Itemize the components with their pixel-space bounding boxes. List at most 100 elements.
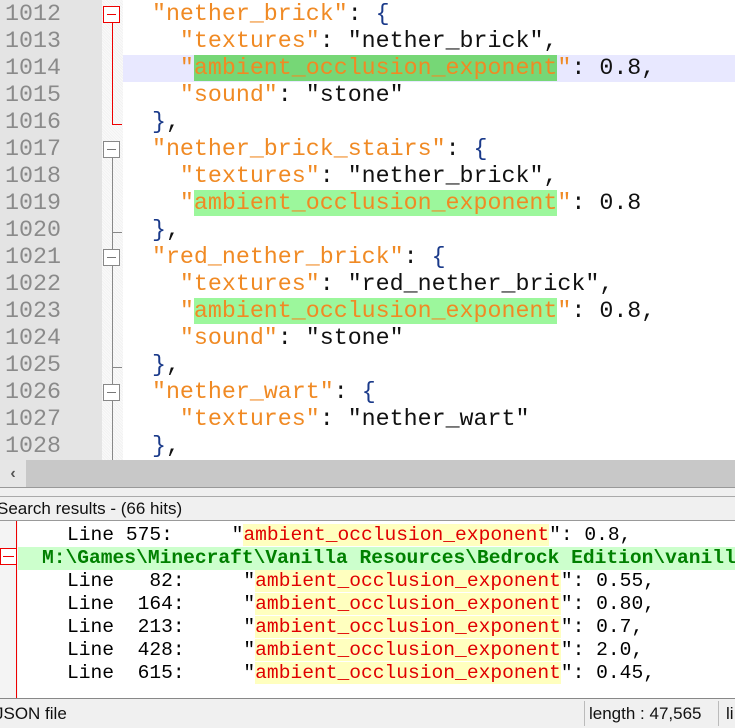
code-token: :	[403, 244, 432, 270]
result-match: ambient_occlusion_exponent	[255, 616, 561, 638]
fold-collapse-icon[interactable]	[0, 548, 17, 565]
result-text: Line 164: "ambient_occlusion_exponent": …	[20, 593, 655, 616]
code-token: ,	[543, 28, 558, 54]
code-token: : 0.8	[571, 190, 642, 216]
result-hit-row[interactable]: Line 213: "ambient_occlusion_exponent": …	[0, 616, 735, 639]
result-text: Line 213: "ambient_occlusion_exponent": …	[20, 616, 643, 639]
code-line[interactable]: 1027 "textures": "nether_wart"	[0, 406, 735, 433]
result-suffix: ": 0.7,	[560, 616, 644, 638]
code-token: :	[319, 28, 348, 54]
code-line[interactable]: 1022 "textures": "red_nether_brick",	[0, 271, 735, 298]
line-number: 1017	[5, 136, 61, 162]
code-token: :	[319, 271, 348, 297]
line-number: 1018	[5, 163, 61, 189]
result-hit-row[interactable]: Line 575: "ambient_occlusion_exponent": …	[0, 524, 735, 547]
result-prefix: Line 213: "	[20, 616, 256, 638]
code-token: "textures"	[179, 163, 320, 189]
code-token: "stone"	[305, 82, 404, 108]
code-token: :	[319, 163, 348, 189]
code-token: "nether_brick"	[347, 28, 544, 54]
line-number: 1016	[5, 109, 61, 135]
code-text: "textures": "nether_brick",	[124, 163, 558, 190]
line-number: 1028	[5, 433, 61, 459]
file-type: JSON file	[0, 704, 67, 723]
search-match-highlight: ambient_occlusion_exponent	[193, 190, 558, 216]
code-text: },	[124, 433, 180, 460]
fold-collapse-icon[interactable]	[103, 384, 120, 401]
fold-end	[112, 124, 122, 125]
result-match: ambient_occlusion_exponent	[243, 524, 550, 546]
code-line[interactable]: 1013 "textures": "nether_brick",	[0, 28, 735, 55]
code-token: "red_nether_brick"	[347, 271, 600, 297]
code-token: {	[431, 244, 446, 270]
code-editor[interactable]: 1012 "nether_brick": {1013 "textures": "…	[0, 0, 735, 460]
line-number: 1014	[5, 55, 61, 81]
result-text: Line 82: "ambient_occlusion_exponent": 0…	[20, 570, 655, 593]
result-hit-row[interactable]: Line 82: "ambient_occlusion_exponent": 0…	[0, 570, 735, 593]
fold-collapse-icon[interactable]	[103, 249, 120, 266]
code-line[interactable]: 1024 "sound": "stone"	[0, 325, 735, 352]
result-suffix: ": 0.80,	[560, 593, 655, 615]
result-hit-row[interactable]: Line 164: "ambient_occlusion_exponent": …	[0, 593, 735, 616]
code-text: "ambient_occlusion_exponent": 0.8,	[124, 55, 655, 82]
code-token: ,	[165, 217, 180, 243]
code-token: :	[277, 325, 306, 351]
fold-line	[112, 22, 113, 124]
code-line[interactable]: 1018 "textures": "nether_brick",	[0, 163, 735, 190]
code-token: "textures"	[179, 406, 320, 432]
code-line[interactable]: 1023 "ambient_occlusion_exponent": 0.8,	[0, 298, 735, 325]
code-token: "nether_wart"	[151, 379, 334, 405]
code-token: {	[361, 379, 376, 405]
result-match: ambient_occlusion_exponent	[255, 639, 561, 661]
fold-line	[112, 157, 113, 460]
code-token: "textures"	[179, 28, 320, 54]
panel-splitter[interactable]	[0, 487, 735, 497]
code-token: }	[151, 352, 166, 378]
code-token: ,	[165, 433, 180, 459]
code-line[interactable]: 1025 },	[0, 352, 735, 379]
code-line[interactable]: 1014 "ambient_occlusion_exponent": 0.8,	[0, 55, 735, 82]
code-line[interactable]: 1028 },	[0, 433, 735, 460]
code-line[interactable]: 1015 "sound": "stone"	[0, 82, 735, 109]
line-number: 1022	[5, 271, 61, 297]
result-hit-row[interactable]: Line 428: "ambient_occlusion_exponent": …	[0, 639, 735, 662]
result-prefix: Line 82: "	[20, 570, 256, 592]
code-token: : 0.8,	[571, 298, 656, 324]
code-token: ,	[165, 352, 180, 378]
scroll-left-icon[interactable]: ‹	[0, 460, 26, 487]
code-line[interactable]: 1019 "ambient_occlusion_exponent": 0.8	[0, 190, 735, 217]
fold-collapse-icon[interactable]	[103, 141, 120, 158]
search-match-highlight: ambient_occlusion_exponent	[193, 55, 558, 81]
result-prefix: Line 164: "	[20, 593, 256, 615]
result-suffix: ": 0.8,	[549, 524, 632, 546]
search-results-panel[interactable]: Line 575: "ambient_occlusion_exponent": …	[0, 521, 735, 699]
code-token: :	[277, 82, 306, 108]
result-prefix: Line 575: "	[20, 524, 244, 546]
code-text: "nether_wart": {	[124, 379, 376, 406]
code-line[interactable]: 1020 },	[0, 217, 735, 244]
result-suffix: ": 0.55,	[560, 570, 655, 592]
code-line[interactable]: 1016 },	[0, 109, 735, 136]
result-hit-row[interactable]: Line 615: "ambient_occlusion_exponent": …	[0, 662, 735, 685]
result-match: ambient_occlusion_exponent	[255, 570, 561, 592]
code-text: "ambient_occlusion_exponent": 0.8,	[124, 298, 655, 325]
code-token: {	[375, 1, 390, 27]
fold-collapse-icon[interactable]	[103, 6, 120, 23]
code-text: },	[124, 352, 180, 379]
code-token: "	[179, 190, 194, 216]
horizontal-scrollbar[interactable]: ‹	[0, 460, 735, 487]
code-text: "sound": "stone"	[124, 325, 404, 352]
line-number: 1019	[5, 190, 61, 216]
result-file-path[interactable]: M:\Games\Minecraft\Vanilla Resources\Bed…	[18, 547, 735, 570]
line-number: 1024	[5, 325, 61, 351]
code-text: },	[124, 109, 180, 136]
